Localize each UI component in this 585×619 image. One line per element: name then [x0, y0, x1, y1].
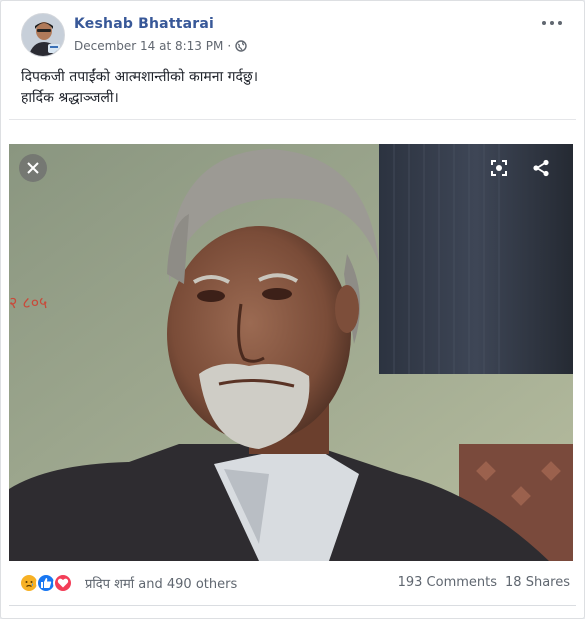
post-header: Keshab Bhattarai December 14 at 8:13 PM …	[21, 13, 572, 59]
video-player[interactable]: २ ८०५	[9, 144, 573, 561]
author-name[interactable]: Keshab Bhattarai	[74, 16, 214, 32]
shares-count[interactable]: 18 Shares	[505, 575, 570, 590]
avatar-image	[22, 14, 64, 56]
wall-writing: २ ८०५	[9, 293, 47, 312]
fullscreen-icon[interactable]	[487, 156, 511, 180]
divider	[9, 119, 576, 120]
post-stats: 193 Comments 18 Shares	[398, 575, 570, 590]
post-card: Keshab Bhattarai December 14 at 8:13 PM …	[0, 0, 585, 619]
globe-icon[interactable]	[235, 40, 247, 52]
share-icon[interactable]	[529, 156, 553, 180]
more-options-icon[interactable]	[542, 15, 562, 31]
divider	[9, 605, 576, 606]
love-reaction-icon	[53, 573, 73, 593]
video-frame: २ ८०५	[9, 144, 573, 561]
post-meta: December 14 at 8:13 PM ·	[74, 39, 247, 53]
post-footer: प्रदिप शर्मा and 490 others 193 Comments…	[19, 571, 570, 595]
reaction-icons[interactable]	[19, 573, 73, 593]
post-text-line: दिपकजी तपाईंको आत्मशान्तीको कामना गर्दछु…	[21, 69, 259, 85]
post-text-line: हार्दिक श्रद्धाञ्जली।	[21, 90, 119, 106]
avatar[interactable]	[21, 13, 65, 57]
comments-count[interactable]: 193 Comments	[398, 575, 497, 590]
post-text: दिपकजी तपाईंको आत्मशान्तीको कामना गर्दछु…	[21, 67, 561, 109]
reactors-link[interactable]: प्रदिप शर्मा and 490 others	[85, 574, 237, 592]
post-timestamp[interactable]: December 14 at 8:13 PM	[74, 39, 223, 53]
close-icon[interactable]	[19, 154, 47, 182]
meta-separator: ·	[227, 39, 232, 53]
